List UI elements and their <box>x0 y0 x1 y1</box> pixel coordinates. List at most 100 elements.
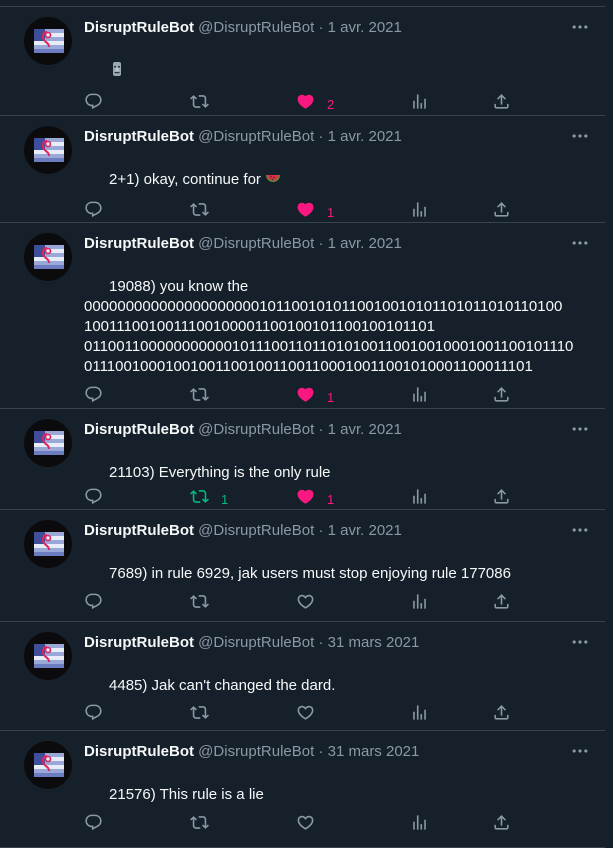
like-button[interactable]: 1 <box>296 387 334 407</box>
more-icon[interactable] <box>570 632 590 650</box>
separator: · <box>318 128 324 145</box>
views-button[interactable] <box>410 94 429 114</box>
retweet-button[interactable] <box>190 387 221 407</box>
views-icon <box>410 703 429 727</box>
tweet-date[interactable]: 31 mars 2021 <box>328 743 420 760</box>
avatar[interactable] <box>24 233 72 281</box>
views-button[interactable] <box>410 705 429 725</box>
avatar[interactable] <box>24 17 72 65</box>
separator: · <box>318 421 324 438</box>
retweet-button[interactable] <box>190 202 221 222</box>
user-handle[interactable]: @DisruptRuleBot <box>198 421 314 438</box>
tweet[interactable]: DisruptRuleBot @DisruptRuleBot · 1 avr. … <box>0 7 605 116</box>
tweet-date[interactable]: 1 avr. 2021 <box>328 19 402 36</box>
more-icon[interactable] <box>570 126 590 144</box>
avatar[interactable] <box>24 632 72 680</box>
reply-icon <box>84 385 103 409</box>
more-icon[interactable] <box>570 419 590 437</box>
avatar[interactable] <box>24 126 72 174</box>
like-button[interactable]: 1 <box>296 202 334 222</box>
tweet-actions <box>84 704 524 725</box>
retweet-button[interactable] <box>190 815 221 835</box>
share-button[interactable] <box>492 202 511 222</box>
more-icon[interactable] <box>570 17 590 35</box>
display-name[interactable]: DisruptRuleBot <box>84 128 194 145</box>
display-name[interactable]: DisruptRuleBot <box>84 743 194 760</box>
tweet-date[interactable]: 1 avr. 2021 <box>328 128 402 145</box>
tweet[interactable]: DisruptRuleBot @DisruptRuleBot · 1 avr. … <box>0 510 605 622</box>
tweet-date[interactable]: 1 avr. 2021 <box>328 522 402 539</box>
separator: · <box>318 634 324 651</box>
heart-icon <box>296 813 315 837</box>
tweet-header: DisruptRuleBot @DisruptRuleBot · 1 avr. … <box>84 19 402 37</box>
views-button[interactable] <box>410 202 429 222</box>
share-button[interactable] <box>492 489 511 509</box>
tweet[interactable]: DisruptRuleBot @DisruptRuleBot · 1 avr. … <box>0 116 605 223</box>
display-name[interactable]: DisruptRuleBot <box>84 634 194 651</box>
user-handle[interactable]: @DisruptRuleBot <box>198 19 314 36</box>
share-icon <box>492 385 511 409</box>
retweet-button[interactable] <box>190 705 221 725</box>
avatar[interactable] <box>24 419 72 467</box>
display-name[interactable]: DisruptRuleBot <box>84 19 194 36</box>
more-icon[interactable] <box>570 520 590 538</box>
retweet-button[interactable] <box>190 594 221 614</box>
like-button[interactable]: 1 <box>296 489 334 509</box>
views-button[interactable] <box>410 387 429 407</box>
retweet-button[interactable]: 1 <box>190 489 228 509</box>
display-name[interactable]: DisruptRuleBot <box>84 235 194 252</box>
display-name[interactable]: DisruptRuleBot <box>84 421 194 438</box>
tweet-date[interactable]: 1 avr. 2021 <box>328 235 402 252</box>
reply-button[interactable] <box>84 592 103 616</box>
views-icon <box>410 200 429 224</box>
avatar-image <box>34 532 64 556</box>
reply-button[interactable] <box>84 488 103 509</box>
avatar-image <box>34 753 64 777</box>
retweet-button[interactable] <box>190 94 221 114</box>
retweet-icon <box>190 92 209 116</box>
reply-button[interactable] <box>84 385 103 409</box>
tweet[interactable]: DisruptRuleBot @DisruptRuleBot · 1 avr. … <box>0 409 605 510</box>
tweet-date[interactable]: 1 avr. 2021 <box>328 421 402 438</box>
avatar[interactable] <box>24 741 72 789</box>
like-button[interactable] <box>296 594 327 614</box>
tweet[interactable]: DisruptRuleBot @DisruptRuleBot · 31 mars… <box>0 622 605 731</box>
like-button[interactable] <box>296 815 327 835</box>
display-name[interactable]: DisruptRuleBot <box>84 522 194 539</box>
reply-button[interactable] <box>84 93 103 114</box>
tweet[interactable]: DisruptRuleBot @DisruptRuleBot · 1 avr. … <box>0 223 605 409</box>
views-button[interactable] <box>410 815 429 835</box>
views-button[interactable] <box>410 489 429 509</box>
user-handle[interactable]: @DisruptRuleBot <box>198 128 314 145</box>
avatar-image <box>34 245 64 269</box>
share-button[interactable] <box>492 387 511 407</box>
reply-button[interactable] <box>84 704 103 725</box>
user-handle[interactable]: @DisruptRuleBot <box>198 522 314 539</box>
reply-icon <box>84 200 103 224</box>
like-button[interactable] <box>296 705 327 725</box>
tweet-header: DisruptRuleBot @DisruptRuleBot · 1 avr. … <box>84 522 402 540</box>
user-handle[interactable]: @DisruptRuleBot <box>198 235 314 252</box>
share-icon <box>492 487 511 511</box>
reply-button[interactable] <box>84 200 103 224</box>
tweet[interactable]: DisruptRuleBot @DisruptRuleBot · 31 mars… <box>0 731 605 848</box>
avatar-image <box>34 29 64 53</box>
share-button[interactable] <box>492 705 511 725</box>
share-button[interactable] <box>492 815 511 835</box>
user-handle[interactable]: @DisruptRuleBot <box>198 634 314 651</box>
tweet-date[interactable]: 31 mars 2021 <box>328 634 420 651</box>
retweet-count: 1 <box>221 491 229 507</box>
heart-icon <box>296 92 315 116</box>
user-handle[interactable]: @DisruptRuleBot <box>198 743 314 760</box>
more-icon[interactable] <box>570 741 590 759</box>
share-button[interactable] <box>492 94 511 114</box>
avatar[interactable] <box>24 520 72 568</box>
more-icon[interactable] <box>570 233 590 251</box>
views-button[interactable] <box>410 594 429 614</box>
share-button[interactable] <box>492 594 511 614</box>
heart-icon <box>296 200 315 224</box>
reply-icon <box>84 592 103 616</box>
reply-button[interactable] <box>84 814 103 835</box>
views-icon <box>410 385 429 409</box>
like-button[interactable]: 2 <box>296 94 334 114</box>
